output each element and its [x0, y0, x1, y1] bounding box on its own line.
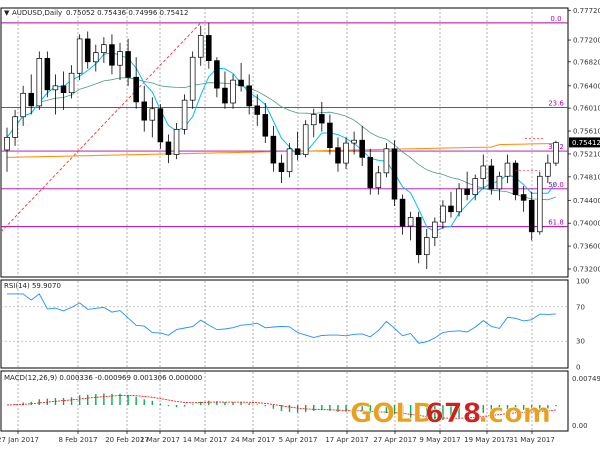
rsi-tick-label: 0 [576, 364, 580, 372]
price-tick-label: 0.75210 [573, 150, 600, 158]
rsi-panel [0, 279, 569, 369]
price-tick-label: 0.74000 [573, 220, 600, 228]
date-tick-label: 27 Jan 2017 [0, 436, 39, 444]
date-tick-label: 24 Mar 2017 [231, 436, 275, 444]
macd-tick-label: 0.007497 [572, 375, 600, 383]
symbol-arrow-icon[interactable]: ▼ [4, 9, 10, 17]
date-axis: 27 Jan 2017 8 Feb 2017 20 Feb 20172 Mar 20… [0, 431, 555, 444]
date-tick-label: 31 May 2017 [509, 436, 555, 444]
rsi-tick-label: 100 [576, 278, 589, 286]
svg-text:GOLD: GOLD [350, 398, 435, 429]
price-tick-label: 0.73200 [573, 265, 600, 273]
date-tick-label: 5 Apr 2017 [279, 436, 318, 444]
svg-text:678: 678 [425, 398, 481, 429]
fib-level-label: 23.6 [548, 100, 564, 108]
fib-level-label: 50.0 [548, 181, 564, 189]
macd-label: MACD(12,26,9) 0.000336 -0.000969 0.00130… [4, 374, 202, 382]
candle [391, 140, 398, 207]
candle [512, 160, 519, 201]
date-tick-label: 8 Feb 2017 [58, 436, 97, 444]
date-tick-label: 14 Mar 2017 [183, 436, 227, 444]
price-tick-label: 0.77720 [573, 7, 600, 15]
candle [537, 171, 543, 235]
date-tick-label: 9 May 2017 [419, 436, 460, 444]
candle [157, 104, 164, 149]
date-tick-label: 19 May 2017 [464, 436, 510, 444]
watermark-logo: GOLD 678 .com [350, 398, 551, 430]
svg-text:.com: .com [478, 398, 551, 429]
price-tick-label: 0.75610 [573, 128, 600, 136]
price-tick-label: 0.76010 [573, 105, 600, 113]
macd-tick-label: 0.00 [572, 422, 588, 430]
current-price-label: 0.75412 [572, 139, 600, 147]
price-tick-label: 0.73600 [573, 243, 600, 251]
date-tick-label: 2 Mar 2017 [140, 436, 180, 444]
rsi-label: RSI(14) 59.9070 [4, 282, 61, 290]
fib-level-label: 0.0 [550, 15, 561, 23]
candle [76, 34, 83, 81]
date-tick-label: 27 Apr 2017 [373, 436, 416, 444]
rsi-tick-label: 30 [576, 338, 585, 346]
price-tick-label: 0.74810 [573, 173, 600, 181]
candle [36, 51, 43, 110]
price-tick-label: 0.74400 [573, 197, 600, 205]
chart-canvas: 0.023.638.250.061.8 0.777200.772000.7682… [0, 7, 600, 444]
rsi-tick-label: 70 [576, 303, 585, 311]
candle [181, 94, 188, 135]
date-tick-label: 17 Apr 2017 [325, 436, 368, 444]
price-tick-label: 0.76820 [573, 58, 600, 66]
price-tick-label: 0.76400 [573, 82, 600, 90]
price-tick-label: 0.77200 [573, 37, 600, 45]
candle [553, 140, 559, 166]
symbol-label: AUDUSD,Daily [12, 9, 62, 17]
ohlc-label: 0.75052 0.75436 0.74996 0.75412 [66, 9, 188, 17]
fib-level-label: 61.8 [548, 219, 564, 227]
candle [189, 51, 196, 109]
candle [302, 120, 309, 158]
